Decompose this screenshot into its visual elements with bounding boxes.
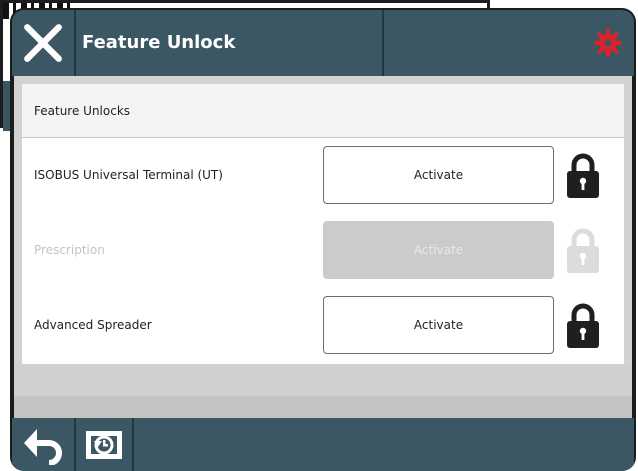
title-divider: [382, 10, 384, 76]
content-area: Feature Unlocks ISOBUS Universal Termina…: [14, 76, 632, 418]
gear-icon: [594, 29, 622, 57]
feature-label: ISOBUS Universal Terminal (UT): [34, 168, 223, 182]
lock-icon: [567, 303, 599, 348]
activate-button[interactable]: Activate: [323, 221, 554, 279]
footer-divider: [132, 418, 134, 471]
lock-icon: [567, 153, 599, 198]
feature-unlock-dialog: Feature Unlock Feature Unlocks ISOBUS Un…: [10, 8, 636, 471]
content-bottom-shade: [14, 396, 632, 418]
activate-button[interactable]: Activate: [323, 146, 554, 204]
feature-row-prescription: Prescription Activate: [22, 213, 624, 288]
close-button[interactable]: [12, 10, 74, 76]
feature-row-isobus-ut: ISOBUS Universal Terminal (UT) Activate: [22, 138, 624, 213]
content-bottom-area: [14, 364, 632, 418]
section-header: Feature Unlocks: [22, 84, 624, 138]
feature-row-advanced-spreader: Advanced Spreader Activate: [22, 288, 624, 363]
dialog-title: Feature Unlock: [82, 32, 236, 53]
section-header-label: Feature Unlocks: [34, 104, 131, 118]
feature-label: Advanced Spreader: [34, 318, 152, 332]
title-bar: Feature Unlock: [12, 10, 634, 76]
title-divider: [74, 10, 76, 76]
activate-button[interactable]: Activate: [323, 296, 554, 354]
settings-button[interactable]: [590, 10, 626, 76]
back-arrow-icon: [24, 428, 62, 465]
feature-list: ISOBUS Universal Terminal (UT) Activate …: [22, 138, 624, 364]
feature-label: Prescription: [34, 243, 105, 257]
back-button[interactable]: [12, 418, 74, 471]
lock-icon: [567, 228, 599, 273]
footer-bar: [12, 418, 634, 471]
reset-button[interactable]: [76, 418, 132, 471]
reset-icon: [86, 430, 122, 459]
close-icon: [24, 24, 62, 62]
